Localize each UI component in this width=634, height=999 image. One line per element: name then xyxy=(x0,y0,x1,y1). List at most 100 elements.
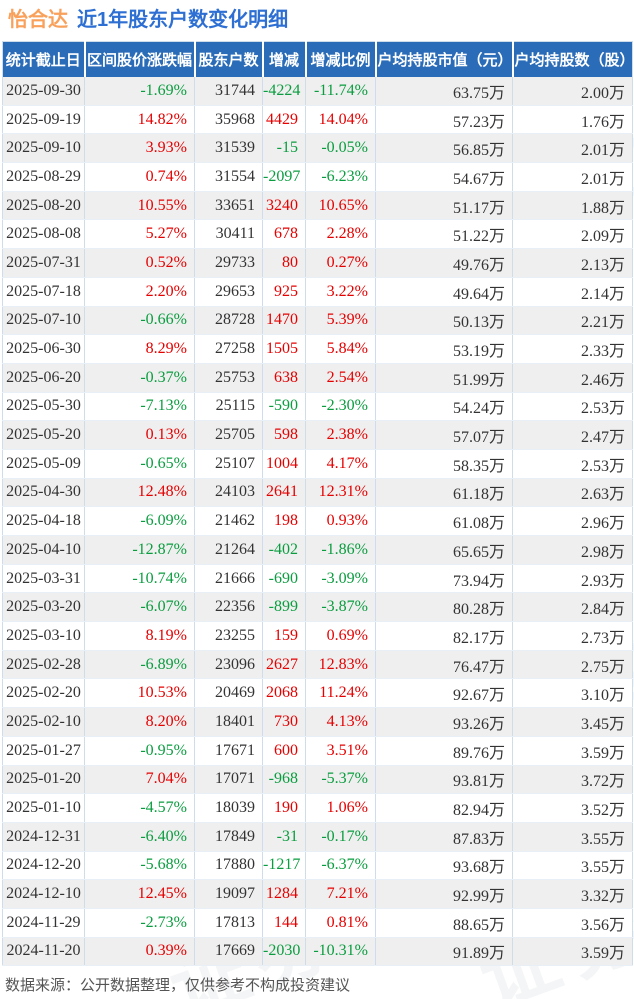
cell-change-pct: -10.31% xyxy=(305,937,376,967)
cell-change-pct: 2.54% xyxy=(305,363,376,393)
page-title: 怡合达 近1年股东户数变化明细 xyxy=(0,0,634,33)
cell-avg-market-value: 93.26万 xyxy=(375,707,513,737)
cell-change: 1004 xyxy=(262,449,306,479)
table-row: 2025-08-29 0.74% 31554 -2097 -6.23% 54.6… xyxy=(2,162,633,192)
cell-change: -690 xyxy=(262,564,306,594)
cell-avg-shares: 1.76万 xyxy=(512,105,633,135)
cell-change-pct: 5.84% xyxy=(305,334,376,364)
cell-avg-market-value: 87.83万 xyxy=(375,822,513,852)
cell-holders: 17813 xyxy=(194,908,263,938)
cell-avg-market-value: 56.85万 xyxy=(375,133,513,164)
cell-date: 2025-09-19 xyxy=(2,105,85,135)
cell-change: -31 xyxy=(262,822,306,852)
cell-range-change: 12.45% xyxy=(84,879,195,909)
cell-holders: 17669 xyxy=(194,937,263,967)
cell-avg-shares: 3.72万 xyxy=(512,765,633,795)
table-row: 2025-05-09 -0.65% 25107 1004 4.17% 58.35… xyxy=(2,449,633,479)
cell-change: -1217 xyxy=(262,851,306,881)
cell-change-pct: 12.83% xyxy=(305,650,376,680)
cell-holders: 29733 xyxy=(194,248,263,278)
cell-change: 925 xyxy=(262,277,306,307)
cell-change: 2627 xyxy=(262,650,306,680)
cell-date: 2025-05-30 xyxy=(2,392,85,422)
cell-change-pct: -11.74% xyxy=(305,76,376,106)
table-row: 2024-11-20 0.39% 17669 -2030 -10.31% 91.… xyxy=(2,937,633,967)
cell-avg-market-value: 65.65万 xyxy=(375,535,513,565)
col-header-change: 增减 xyxy=(262,41,307,77)
cell-change-pct: -6.37% xyxy=(305,851,376,881)
cell-change: 159 xyxy=(262,621,306,651)
cell-date: 2025-05-20 xyxy=(2,420,85,450)
cell-date: 2025-06-30 xyxy=(2,334,85,364)
cell-holders: 17671 xyxy=(194,736,263,766)
cell-range-change: 12.48% xyxy=(84,478,195,508)
cell-holders: 23255 xyxy=(194,621,263,651)
cell-date: 2025-02-20 xyxy=(2,678,85,709)
cell-avg-shares: 2.47万 xyxy=(512,420,633,450)
cell-holders: 25115 xyxy=(194,392,263,422)
cell-holders: 19097 xyxy=(194,879,263,909)
cell-change-pct: -0.17% xyxy=(305,822,376,852)
cell-change: 678 xyxy=(262,219,306,250)
cell-range-change: 0.52% xyxy=(84,248,195,278)
cell-avg-shares: 3.10万 xyxy=(512,678,633,709)
cell-change: 190 xyxy=(262,793,306,823)
cell-change-pct: 2.28% xyxy=(305,219,376,250)
table-row: 2025-04-30 12.48% 24103 2641 12.31% 61.1… xyxy=(2,478,633,508)
table-row: 2025-01-27 -0.95% 17671 600 3.51% 89.76万… xyxy=(2,736,633,766)
table-row: 2025-09-30 -1.69% 31744 -4224 -11.74% 63… xyxy=(2,76,633,106)
cell-holders: 24103 xyxy=(194,478,263,508)
cell-holders: 33651 xyxy=(194,191,263,221)
cell-range-change: 14.82% xyxy=(84,105,195,135)
cell-change: 2068 xyxy=(262,678,306,709)
cell-change: 144 xyxy=(262,908,306,938)
table-row: 2024-12-10 12.45% 19097 1284 7.21% 92.99… xyxy=(2,879,633,909)
holders-table: 统计截止日 区间股价涨跌幅 股东户数 增减 增减比例 户均持股市值（元） 户均持… xyxy=(2,41,633,967)
cell-holders: 17880 xyxy=(194,851,263,881)
cell-date: 2025-05-09 xyxy=(2,449,85,479)
cell-change-pct: 3.22% xyxy=(305,277,376,307)
cell-date: 2025-02-10 xyxy=(2,707,85,737)
cell-change: -2030 xyxy=(262,937,306,967)
cell-date: 2025-01-27 xyxy=(2,736,85,766)
cell-holders: 18401 xyxy=(194,707,263,737)
cell-date: 2024-12-31 xyxy=(2,822,85,852)
cell-holders: 17071 xyxy=(194,765,263,795)
cell-avg-market-value: 54.24万 xyxy=(375,392,513,422)
cell-change-pct: -3.87% xyxy=(305,592,376,623)
cell-avg-shares: 2.84万 xyxy=(512,592,633,623)
cell-avg-market-value: 54.67万 xyxy=(375,162,513,192)
table-row: 2025-03-20 -6.07% 22356 -899 -3.87% 80.2… xyxy=(2,592,633,623)
cell-date: 2024-11-29 xyxy=(2,908,85,938)
cell-holders: 20469 xyxy=(194,678,263,709)
cell-avg-shares: 3.52万 xyxy=(512,793,633,823)
header-row: 统计截止日 区间股价涨跌幅 股东户数 增减 增减比例 户均持股市值（元） 户均持… xyxy=(2,41,633,77)
cell-avg-market-value: 63.75万 xyxy=(375,76,513,106)
cell-avg-market-value: 93.68万 xyxy=(375,851,513,881)
table-row: 2024-12-31 -6.40% 17849 -31 -0.17% 87.83… xyxy=(2,822,633,852)
cell-range-change: -1.69% xyxy=(84,76,195,106)
cell-change: 3240 xyxy=(262,191,306,221)
cell-range-change: -2.73% xyxy=(84,908,195,938)
table-row: 2025-09-19 14.82% 35968 4429 14.04% 57.2… xyxy=(2,105,633,135)
table-row: 2025-03-10 8.19% 23255 159 0.69% 82.17万 … xyxy=(2,621,633,651)
cell-avg-shares: 3.56万 xyxy=(512,908,633,938)
cell-date: 2024-12-10 xyxy=(2,879,85,909)
cell-date: 2025-06-20 xyxy=(2,363,85,393)
cell-holders: 21462 xyxy=(194,506,263,536)
cell-change: -590 xyxy=(262,392,306,422)
cell-date: 2025-09-30 xyxy=(2,76,85,106)
cell-holders: 31539 xyxy=(194,133,263,164)
cell-avg-market-value: 88.65万 xyxy=(375,908,513,938)
cell-range-change: -0.37% xyxy=(84,363,195,393)
cell-avg-market-value: 51.99万 xyxy=(375,363,513,393)
cell-holders: 21264 xyxy=(194,535,263,565)
cell-avg-market-value: 61.08万 xyxy=(375,506,513,536)
cell-avg-market-value: 89.76万 xyxy=(375,736,513,766)
cell-avg-shares: 3.59万 xyxy=(512,937,633,967)
cell-change-pct: -2.30% xyxy=(305,392,376,422)
cell-range-change: 7.04% xyxy=(84,765,195,795)
cell-range-change: 3.93% xyxy=(84,133,195,164)
cell-holders: 17849 xyxy=(194,822,263,852)
cell-range-change: -4.57% xyxy=(84,793,195,823)
